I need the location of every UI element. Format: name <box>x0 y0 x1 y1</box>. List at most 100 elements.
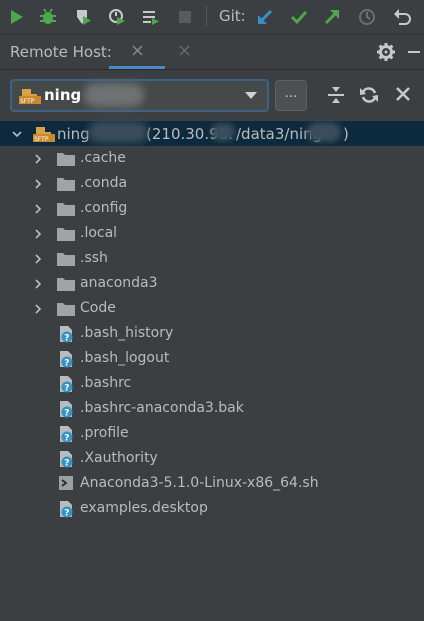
update-project-button[interactable] <box>254 6 276 28</box>
refresh-icon[interactable] <box>360 86 378 104</box>
tree-item-label: .bash_history <box>80 325 174 341</box>
run-config-icon <box>143 11 159 25</box>
redaction-blur <box>211 123 235 141</box>
debug-icon <box>40 8 56 24</box>
tree-item-label: anaconda3 <box>80 275 158 291</box>
tree-item-label: .profile <box>80 425 129 441</box>
host-selector-row: SFTP ning ... <box>0 69 424 119</box>
tree-folder-row[interactable]: Code <box>0 296 424 321</box>
tree-item-label: Code <box>80 300 116 316</box>
tree-folder-row[interactable]: .cache <box>0 146 424 171</box>
history-button[interactable] <box>356 6 378 28</box>
svg-text:?: ? <box>64 334 69 344</box>
main-toolbar: Git: <box>0 0 424 34</box>
chevron-right-icon[interactable] <box>33 229 43 239</box>
redaction-blur <box>88 121 148 143</box>
update-project-icon <box>258 9 273 24</box>
commit-button[interactable] <box>288 6 310 28</box>
unknown-file-icon: ? <box>60 351 73 369</box>
tree-item-label: .ssh <box>80 250 108 266</box>
git-label: Git: <box>219 7 246 25</box>
rollback-button[interactable] <box>391 6 413 28</box>
host-name: ning <box>44 86 82 104</box>
tree-file-row[interactable]: ? .bash_history <box>0 321 424 346</box>
redaction-blur <box>307 122 341 142</box>
sftp-icon: SFTP <box>33 127 55 142</box>
chevron-right-icon[interactable] <box>33 179 43 189</box>
root-host-name: ning <box>57 125 90 143</box>
shell-script-icon <box>59 476 73 490</box>
profile-button[interactable] <box>106 6 128 28</box>
tree-folder-row[interactable]: anaconda3 <box>0 271 424 296</box>
sftp-icon: SFTP <box>19 89 41 104</box>
tree-file-row[interactable]: ? .bashrc <box>0 371 424 396</box>
unknown-file-icon: ? <box>60 401 73 419</box>
host-combobox[interactable]: SFTP ning <box>10 79 269 112</box>
svg-text:?: ? <box>64 459 69 469</box>
remote-host-tabbar: Remote Host: <box>0 34 424 69</box>
folder-icon <box>57 228 75 241</box>
tree-folder-row[interactable]: .ssh <box>0 246 424 271</box>
tree-file-row[interactable]: ? .bash_logout <box>0 346 424 371</box>
tree-file-row[interactable]: ? .profile <box>0 421 424 446</box>
close-tab-icon[interactable] <box>131 44 145 58</box>
close-icon[interactable] <box>395 86 411 102</box>
tree-item-label: .cache <box>80 150 126 166</box>
folder-icon <box>57 153 75 166</box>
minimize-icon[interactable] <box>408 51 420 53</box>
tree-folder-row[interactable]: .local <box>0 221 424 246</box>
tree-file-row[interactable]: ? examples.desktop <box>0 496 424 521</box>
tree-item-label: .conda <box>80 175 128 191</box>
tree-root-row[interactable]: SFTP ning (210.30.96. /data3/ning ) <box>0 121 424 146</box>
tree-folder-row[interactable]: .config <box>0 196 424 221</box>
svg-text:?: ? <box>64 509 69 519</box>
push-button[interactable] <box>321 6 343 28</box>
tree-item-label: .Xauthority <box>80 450 158 466</box>
tree-folder-row[interactable]: .conda <box>0 171 424 196</box>
toolbar-separator <box>206 6 207 26</box>
chevron-down-icon[interactable] <box>12 129 22 139</box>
tree-file-row[interactable]: ? .Xauthority <box>0 446 424 471</box>
chevron-right-icon[interactable] <box>33 204 43 214</box>
close-tab-icon[interactable] <box>178 44 192 58</box>
push-icon <box>324 10 339 25</box>
tree-item-label: .bashrc-anaconda3.bak <box>80 400 244 416</box>
profile-icon <box>109 9 125 25</box>
unknown-file-icon: ? <box>60 376 73 394</box>
remote-file-tree: SFTP ning (210.30.96. /data3/ning ) .cac… <box>0 119 424 621</box>
rollback-icon <box>394 9 411 25</box>
tree-item-label: .config <box>80 200 128 216</box>
debug-button[interactable] <box>37 6 59 28</box>
root-host-tail: ) <box>343 125 349 143</box>
svg-text:?: ? <box>64 359 69 369</box>
tree-item-label: examples.desktop <box>80 500 208 516</box>
coverage-button[interactable] <box>72 6 94 28</box>
folder-icon <box>57 203 75 216</box>
commit-icon <box>290 10 308 25</box>
unknown-file-icon: ? <box>60 451 73 469</box>
browse-button[interactable]: ... <box>275 80 307 111</box>
gear-icon[interactable] <box>377 43 395 61</box>
stop-button[interactable] <box>174 6 196 28</box>
svg-text:?: ? <box>64 384 69 394</box>
svg-text:SFTP: SFTP <box>34 136 49 142</box>
tree-item-label: .bashrc <box>80 375 132 391</box>
chevron-right-icon[interactable] <box>33 154 43 164</box>
collapse-all-icon[interactable] <box>327 86 345 104</box>
run-button[interactable] <box>5 6 27 28</box>
run-icon <box>11 10 23 24</box>
unknown-file-icon: ? <box>60 326 73 344</box>
chevron-right-icon[interactable] <box>33 279 43 289</box>
tree-file-row[interactable]: ? .bashrc-anaconda3.bak <box>0 396 424 421</box>
redaction-blur <box>84 83 144 107</box>
run-config-button[interactable] <box>140 6 162 28</box>
folder-icon <box>57 303 75 316</box>
tree-item-label: .bash_logout <box>80 350 170 366</box>
chevron-right-icon[interactable] <box>33 254 43 264</box>
chevron-right-icon[interactable] <box>33 304 43 314</box>
tree-file-row[interactable]: Anaconda3-5.1.0-Linux-x86_64.sh <box>0 471 424 496</box>
svg-text:?: ? <box>64 409 69 419</box>
unknown-file-icon: ? <box>60 426 73 443</box>
tree-item-label: .local <box>80 225 118 241</box>
chevron-down-icon[interactable] <box>245 92 257 99</box>
